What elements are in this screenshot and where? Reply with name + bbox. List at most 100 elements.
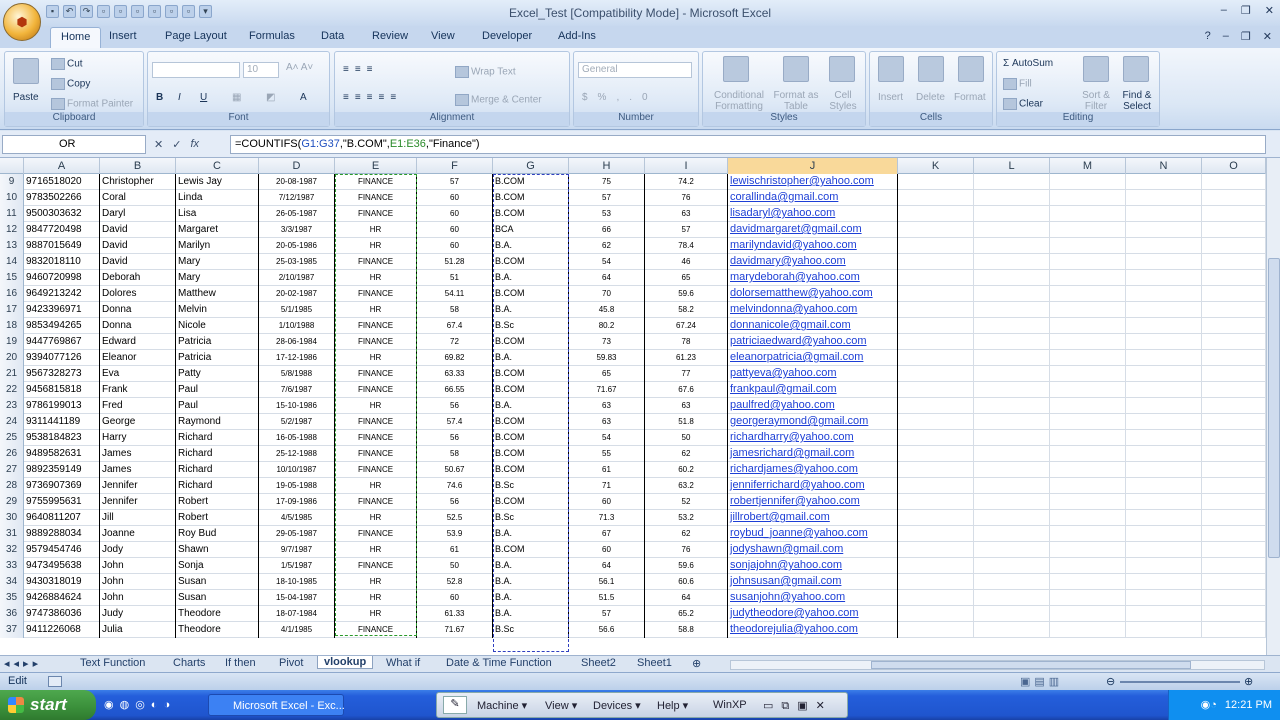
- cell-b[interactable]: George: [100, 414, 176, 430]
- cell-f[interactable]: 61.33: [417, 606, 493, 622]
- insert-function-icon[interactable]: fx: [190, 138, 199, 151]
- cell-g[interactable]: B.A.: [493, 270, 569, 286]
- row-header[interactable]: 30: [0, 510, 24, 526]
- cell-c[interactable]: Patty: [176, 366, 259, 382]
- cell-d[interactable]: 1/10/1988: [259, 318, 335, 334]
- empty-cell[interactable]: [898, 622, 974, 638]
- empty-cell[interactable]: [1050, 622, 1126, 638]
- cell-i[interactable]: 46: [645, 254, 728, 270]
- cell-c[interactable]: Lewis Jay: [176, 174, 259, 190]
- empty-cell[interactable]: [1202, 622, 1266, 638]
- empty-cell[interactable]: [1202, 254, 1266, 270]
- cell-styles-button[interactable]: Cell Styles: [823, 90, 863, 112]
- empty-cell[interactable]: [1050, 286, 1126, 302]
- cell-g[interactable]: B.COM: [493, 334, 569, 350]
- row-header[interactable]: 12: [0, 222, 24, 238]
- cell-i[interactable]: 67.24: [645, 318, 728, 334]
- cell-e[interactable]: HR: [335, 270, 417, 286]
- empty-cell[interactable]: [1202, 238, 1266, 254]
- tab-review[interactable]: Review: [372, 30, 408, 42]
- cell-h[interactable]: 66: [569, 222, 645, 238]
- cell-h[interactable]: 60: [569, 542, 645, 558]
- cell-f[interactable]: 57: [417, 174, 493, 190]
- cell-b[interactable]: Jill: [100, 510, 176, 526]
- empty-cell[interactable]: [974, 574, 1050, 590]
- cell-f[interactable]: 60: [417, 190, 493, 206]
- cell-b[interactable]: John: [100, 558, 176, 574]
- empty-cell[interactable]: [974, 446, 1050, 462]
- cell-f[interactable]: 52.8: [417, 574, 493, 590]
- empty-cell[interactable]: [1050, 382, 1126, 398]
- sheet-tab-vlookup[interactable]: vlookup: [317, 656, 374, 669]
- wrap-text-button[interactable]: Wrap Text: [455, 66, 516, 78]
- cell-b[interactable]: Eleanor: [100, 350, 176, 366]
- empty-cell[interactable]: [1050, 270, 1126, 286]
- empty-cell[interactable]: [1126, 430, 1202, 446]
- cell-a[interactable]: 9430318019: [24, 574, 100, 590]
- empty-cell[interactable]: [974, 590, 1050, 606]
- row-header[interactable]: 31: [0, 526, 24, 542]
- cell-i[interactable]: 59.6: [645, 286, 728, 302]
- find-select-button[interactable]: Find & Select: [1117, 90, 1157, 112]
- empty-cell[interactable]: [1050, 558, 1126, 574]
- cell-i[interactable]: 65.2: [645, 606, 728, 622]
- empty-cell[interactable]: [1050, 302, 1126, 318]
- cell-g[interactable]: B.A.: [493, 238, 569, 254]
- cell-i[interactable]: 62: [645, 446, 728, 462]
- cell-a[interactable]: 9736907369: [24, 478, 100, 494]
- sheet-tab-charts[interactable]: Charts: [173, 657, 205, 669]
- cell-c[interactable]: Nicole: [176, 318, 259, 334]
- cell-d[interactable]: 19-05-1988: [259, 478, 335, 494]
- cell-i[interactable]: 50: [645, 430, 728, 446]
- cell-h[interactable]: 71: [569, 478, 645, 494]
- cell-g[interactable]: BCA: [493, 222, 569, 238]
- empty-cell[interactable]: [1202, 302, 1266, 318]
- cell-g[interactable]: B.Sc: [493, 478, 569, 494]
- row-header[interactable]: 9: [0, 174, 24, 190]
- empty-cell[interactable]: [898, 318, 974, 334]
- cell-i[interactable]: 78.4: [645, 238, 728, 254]
- cell-i[interactable]: 65: [645, 270, 728, 286]
- empty-cell[interactable]: [898, 558, 974, 574]
- empty-cell[interactable]: [974, 222, 1050, 238]
- row-header[interactable]: 32: [0, 542, 24, 558]
- cell-a[interactable]: 9649213242: [24, 286, 100, 302]
- cell-e[interactable]: FINANCE: [335, 558, 417, 574]
- select-all-corner[interactable]: [0, 158, 24, 174]
- cell-c[interactable]: Susan: [176, 590, 259, 606]
- cell-b[interactable]: Judy: [100, 606, 176, 622]
- empty-cell[interactable]: [974, 622, 1050, 638]
- cell-b[interactable]: James: [100, 462, 176, 478]
- empty-cell[interactable]: [974, 190, 1050, 206]
- cell-g[interactable]: B.Sc: [493, 318, 569, 334]
- cell-f[interactable]: 58: [417, 302, 493, 318]
- cell-f[interactable]: 60: [417, 590, 493, 606]
- zoom-slider[interactable]: [1120, 681, 1240, 683]
- empty-cell[interactable]: [898, 462, 974, 478]
- sort-filter-button[interactable]: Sort & Filter: [1079, 90, 1113, 112]
- cell-b[interactable]: David: [100, 238, 176, 254]
- empty-cell[interactable]: [898, 510, 974, 526]
- empty-cell[interactable]: [1202, 190, 1266, 206]
- cell-a[interactable]: 9832018110: [24, 254, 100, 270]
- cell-g[interactable]: B.A.: [493, 350, 569, 366]
- cell-e[interactable]: HR: [335, 606, 417, 622]
- empty-cell[interactable]: [898, 478, 974, 494]
- empty-cell[interactable]: [974, 334, 1050, 350]
- cell-j[interactable]: georgeraymond@gmail.com: [728, 414, 898, 430]
- italic-button[interactable]: I: [178, 92, 181, 103]
- cell-a[interactable]: 9640811207: [24, 510, 100, 526]
- empty-cell[interactable]: [1050, 398, 1126, 414]
- empty-cell[interactable]: [974, 382, 1050, 398]
- cell-i[interactable]: 61.23: [645, 350, 728, 366]
- row-header[interactable]: 11: [0, 206, 24, 222]
- cell-d[interactable]: 29-05-1987: [259, 526, 335, 542]
- empty-cell[interactable]: [1050, 174, 1126, 190]
- cell-b[interactable]: Eva: [100, 366, 176, 382]
- row-header[interactable]: 37: [0, 622, 24, 638]
- cell-g[interactable]: B.A.: [493, 398, 569, 414]
- cell-d[interactable]: 20-02-1987: [259, 286, 335, 302]
- column-header-f[interactable]: F: [417, 158, 493, 174]
- empty-cell[interactable]: [1050, 430, 1126, 446]
- tray-icons[interactable]: ◉◔: [1201, 699, 1217, 711]
